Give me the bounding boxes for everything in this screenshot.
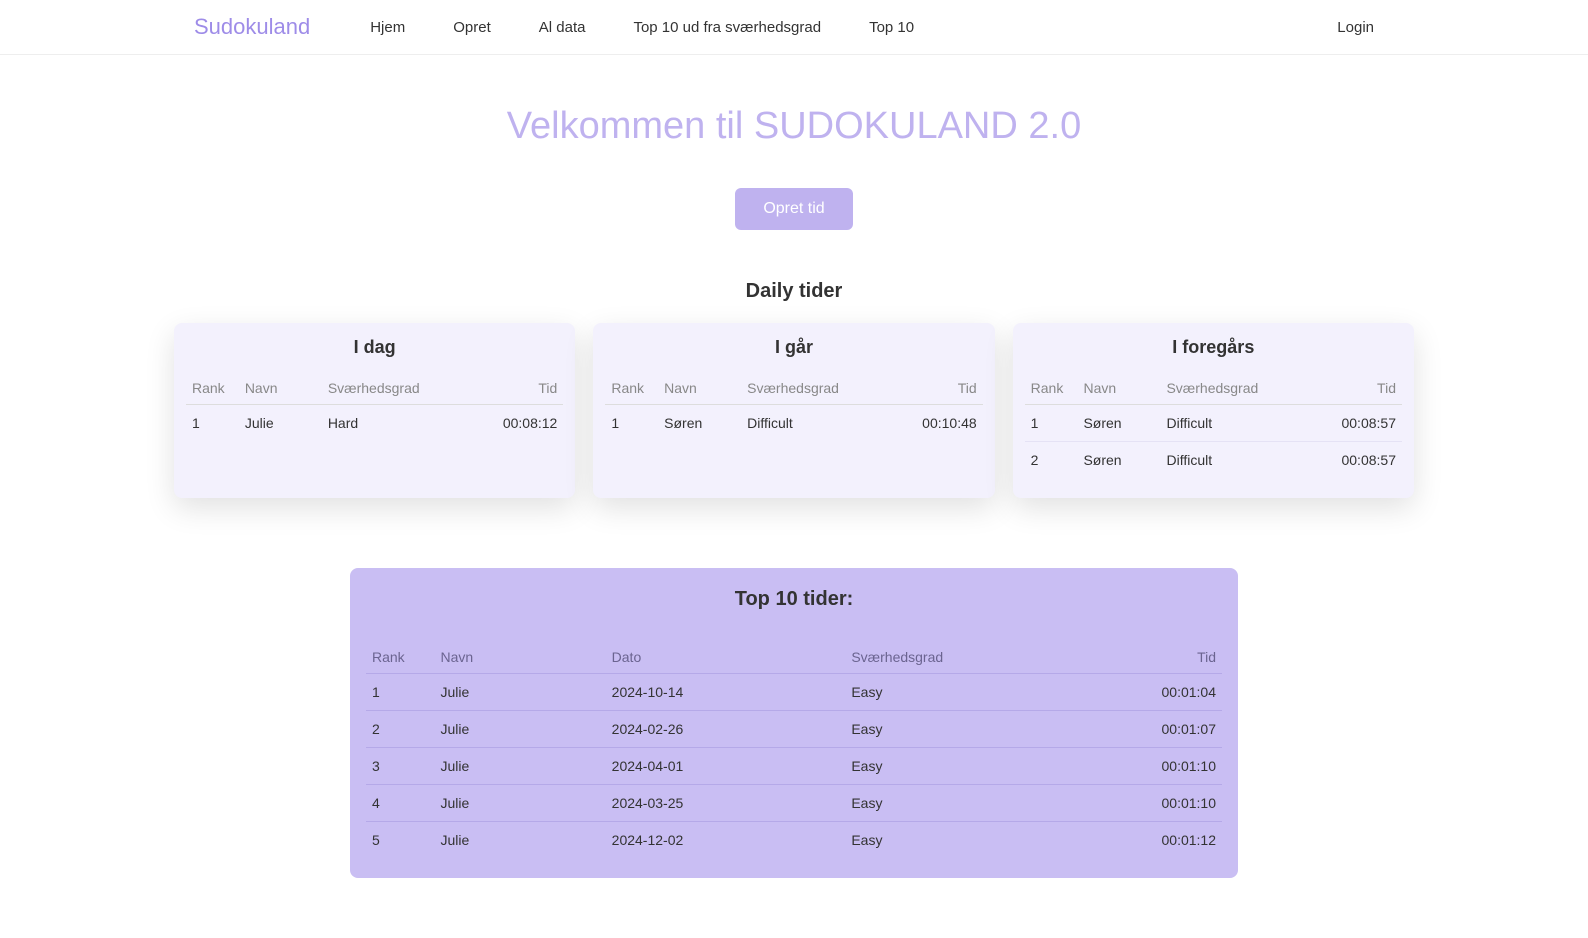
cell-time: 00:01:10 xyxy=(1085,785,1222,822)
cell-rank: 1 xyxy=(1025,405,1078,442)
daily-table: RankNavnSværhedsgradTid1JulieHard00:08:1… xyxy=(186,372,563,441)
nav-link-top10-difficulty[interactable]: Top 10 ud fra sværhedsgrad xyxy=(633,19,821,36)
cell-rank: 1 xyxy=(186,405,239,442)
cell-rank: 4 xyxy=(366,785,434,822)
cell-difficulty: Easy xyxy=(845,785,1085,822)
daily-card: I gårRankNavnSværhedsgradTid1SørenDiffic… xyxy=(593,323,994,498)
cell-name: Julie xyxy=(434,822,605,859)
nav-links: Hjem Opret Al data Top 10 ud fra sværhed… xyxy=(370,19,1337,36)
table-row: 2Julie2024-02-26Easy00:01:07 xyxy=(366,711,1222,748)
daily-table: RankNavnSværhedsgradTid1SørenDifficult00… xyxy=(605,372,982,441)
col-time: Tid xyxy=(1085,641,1222,674)
col-name: Navn xyxy=(658,372,741,405)
cell-date: 2024-12-02 xyxy=(606,822,846,859)
nav-link-opret[interactable]: Opret xyxy=(453,19,491,36)
cell-difficulty: Easy xyxy=(845,674,1085,711)
card-title: I går xyxy=(605,337,982,358)
cell-name: Julie xyxy=(434,674,605,711)
cell-time: 00:08:57 xyxy=(1311,405,1402,442)
cell-difficulty: Difficult xyxy=(741,405,892,442)
col-difficulty: Sværhedsgrad xyxy=(845,641,1085,674)
cell-rank: 2 xyxy=(1025,442,1078,479)
col-difficulty: Sværhedsgrad xyxy=(1160,372,1311,405)
cell-rank: 1 xyxy=(605,405,658,442)
daily-card: I dagRankNavnSværhedsgradTid1JulieHard00… xyxy=(174,323,575,498)
top10-body: 1Julie2024-10-14Easy00:01:042Julie2024-0… xyxy=(366,674,1222,859)
cell-time: 00:08:12 xyxy=(473,405,564,442)
nav-link-hjem[interactable]: Hjem xyxy=(370,19,405,36)
table-row: 2SørenDifficult00:08:57 xyxy=(1025,442,1402,479)
cell-date: 2024-10-14 xyxy=(606,674,846,711)
cell-name: Julie xyxy=(434,748,605,785)
cell-difficulty: Difficult xyxy=(1160,442,1311,479)
col-time: Tid xyxy=(1311,372,1402,405)
cell-difficulty: Easy xyxy=(845,711,1085,748)
col-rank: Rank xyxy=(605,372,658,405)
top10-table: Rank Navn Dato Sværhedsgrad Tid 1Julie20… xyxy=(366,641,1222,858)
daily-heading: Daily tider xyxy=(0,280,1588,303)
cell-name: Søren xyxy=(1077,442,1160,479)
cell-time: 00:01:12 xyxy=(1085,822,1222,859)
navbar: Sudokuland Hjem Opret Al data Top 10 ud … xyxy=(0,0,1588,55)
cell-name: Julie xyxy=(434,711,605,748)
col-time: Tid xyxy=(892,372,983,405)
table-row: 1JulieHard00:08:12 xyxy=(186,405,563,442)
table-row: 5Julie2024-12-02Easy00:01:12 xyxy=(366,822,1222,859)
cell-date: 2024-04-01 xyxy=(606,748,846,785)
nav-link-login[interactable]: Login xyxy=(1337,19,1394,36)
cell-name: Julie xyxy=(434,785,605,822)
top10-card: Top 10 tider: Rank Navn Dato Sværhedsgra… xyxy=(350,568,1238,878)
cell-time: 00:01:07 xyxy=(1085,711,1222,748)
cell-date: 2024-02-26 xyxy=(606,711,846,748)
cell-time: 00:08:57 xyxy=(1311,442,1402,479)
col-date: Dato xyxy=(606,641,846,674)
card-title: I dag xyxy=(186,337,563,358)
card-title: I foregårs xyxy=(1025,337,1402,358)
table-row: 1SørenDifficult00:10:48 xyxy=(605,405,982,442)
cell-name: Søren xyxy=(1077,405,1160,442)
brand-logo[interactable]: Sudokuland xyxy=(194,14,310,40)
cell-difficulty: Hard xyxy=(322,405,473,442)
top10-heading: Top 10 tider: xyxy=(366,588,1222,611)
col-difficulty: Sværhedsgrad xyxy=(741,372,892,405)
cell-rank: 3 xyxy=(366,748,434,785)
col-rank: Rank xyxy=(366,641,434,674)
col-rank: Rank xyxy=(1025,372,1078,405)
cell-rank: 2 xyxy=(366,711,434,748)
nav-link-aldata[interactable]: Al data xyxy=(539,19,586,36)
col-difficulty: Sværhedsgrad xyxy=(322,372,473,405)
cell-time: 00:01:10 xyxy=(1085,748,1222,785)
col-rank: Rank xyxy=(186,372,239,405)
page-title: Velkommen til SUDOKULAND 2.0 xyxy=(0,105,1588,148)
cell-time: 00:10:48 xyxy=(892,405,983,442)
create-time-button[interactable]: Opret tid xyxy=(735,188,852,230)
nav-link-top10[interactable]: Top 10 xyxy=(869,19,914,36)
daily-card: I foregårsRankNavnSværhedsgradTid1SørenD… xyxy=(1013,323,1414,498)
table-row: 1SørenDifficult00:08:57 xyxy=(1025,405,1402,442)
table-row: 1Julie2024-10-14Easy00:01:04 xyxy=(366,674,1222,711)
table-row: 4Julie2024-03-25Easy00:01:10 xyxy=(366,785,1222,822)
cell-difficulty: Easy xyxy=(845,822,1085,859)
cell-difficulty: Difficult xyxy=(1160,405,1311,442)
cell-name: Julie xyxy=(239,405,322,442)
col-name: Navn xyxy=(1077,372,1160,405)
cell-date: 2024-03-25 xyxy=(606,785,846,822)
cell-time: 00:01:04 xyxy=(1085,674,1222,711)
cell-rank: 1 xyxy=(366,674,434,711)
col-time: Tid xyxy=(473,372,564,405)
col-name: Navn xyxy=(239,372,322,405)
col-name: Navn xyxy=(434,641,605,674)
cell-name: Søren xyxy=(658,405,741,442)
cell-difficulty: Easy xyxy=(845,748,1085,785)
cell-rank: 5 xyxy=(366,822,434,859)
hero: Velkommen til SUDOKULAND 2.0 xyxy=(0,55,1588,188)
daily-cards: I dagRankNavnSværhedsgradTid1JulieHard00… xyxy=(174,323,1414,498)
table-row: 3Julie2024-04-01Easy00:01:10 xyxy=(366,748,1222,785)
daily-table: RankNavnSværhedsgradTid1SørenDifficult00… xyxy=(1025,372,1402,478)
